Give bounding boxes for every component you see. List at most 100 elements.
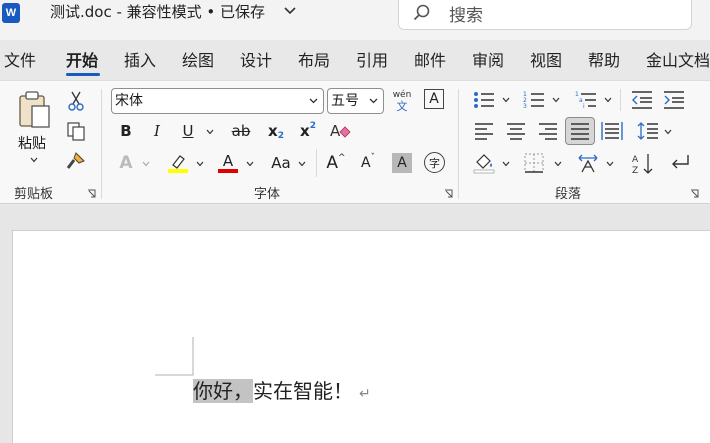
paste-button[interactable] <box>14 89 56 131</box>
font-name-combobox[interactable]: 宋体 <box>111 88 324 114</box>
shading-button[interactable] <box>472 151 496 175</box>
show-paragraph-marks-button[interactable] <box>668 151 692 175</box>
font-group-label: 字体 <box>254 187 281 202</box>
sort-az-icon: AZ <box>632 154 653 176</box>
clipboard-icon <box>19 91 50 128</box>
tab-review[interactable]: 审阅 <box>472 50 504 72</box>
selected-text[interactable]: 你好， <box>193 379 253 403</box>
phonetic-char-text: 文 <box>396 100 408 113</box>
group-separator <box>620 89 621 111</box>
paste-label[interactable]: 粘贴 <box>18 133 46 153</box>
search-input[interactable]: 搜索 <box>398 0 692 30</box>
tab-draw[interactable]: 绘图 <box>182 50 214 72</box>
cut-button[interactable] <box>64 89 88 113</box>
ribbon: 粘贴 剪贴板 宋体 五号 wén 文 A B I U ab x2 x2 A A <box>0 80 710 204</box>
tab-kingsoft-docs[interactable]: 金山文档 <box>646 50 710 72</box>
search-icon <box>413 4 430 21</box>
shrink-font-button[interactable]: Aˇ <box>356 151 380 175</box>
tab-help[interactable]: 帮助 <box>588 50 620 72</box>
multilevel-list-chevron-icon[interactable] <box>604 97 612 103</box>
align-right-button[interactable] <box>536 119 560 143</box>
tab-view[interactable]: 视图 <box>530 50 562 72</box>
superscript-base: x <box>300 122 310 140</box>
highlight-color-chevron-icon[interactable] <box>196 161 204 167</box>
line-spacing-button[interactable] <box>636 119 660 143</box>
tab-mailings[interactable]: 邮件 <box>414 50 446 72</box>
font-size-value: 五号 <box>331 93 359 109</box>
bullets-button[interactable] <box>472 89 496 111</box>
borders-chevron-icon[interactable] <box>554 161 562 167</box>
chevron-down-icon[interactable] <box>309 98 318 104</box>
clipboard-dialog-launcher-icon[interactable] <box>87 189 96 198</box>
align-left-icon <box>475 123 493 140</box>
multilevel-list-icon: 1ai <box>575 91 596 110</box>
svg-text:A: A <box>632 155 639 165</box>
margin-corner-marker <box>155 337 194 376</box>
paragraph-text[interactable]: 实在智能！ <box>253 379 353 403</box>
grow-font-button[interactable]: A ^ <box>324 151 348 175</box>
text-direction-chevron-icon[interactable] <box>606 161 614 167</box>
bold-button[interactable]: B <box>114 119 138 143</box>
paragraph-dialog-launcher-icon[interactable] <box>690 189 699 198</box>
font-color-letter: A <box>222 152 234 170</box>
character-border-button[interactable]: A <box>424 89 444 109</box>
tab-home[interactable]: 开始 <box>66 50 98 72</box>
strikethrough-button[interactable]: ab <box>228 119 254 143</box>
scissors-icon <box>68 91 84 111</box>
subscript-button[interactable]: x2 <box>264 119 288 143</box>
align-left-button[interactable] <box>472 119 496 143</box>
borders-button[interactable] <box>522 151 546 175</box>
sort-button[interactable]: AZ <box>630 151 656 177</box>
tab-file[interactable]: 文件 <box>4 50 36 72</box>
tab-insert[interactable]: 插入 <box>124 50 156 72</box>
tab-layout[interactable]: 布局 <box>298 50 330 72</box>
superscript-button[interactable]: x2 <box>296 119 320 143</box>
highlight-color-button[interactable] <box>166 151 190 175</box>
shading-chevron-icon[interactable] <box>502 161 510 167</box>
underline-button[interactable]: U <box>176 119 200 143</box>
numbering-button[interactable]: 123 <box>522 89 546 111</box>
justify-button[interactable] <box>565 117 595 145</box>
italic-button[interactable]: I <box>145 119 169 143</box>
text-direction-button[interactable] <box>576 151 600 175</box>
paint-bucket-icon <box>473 154 495 174</box>
format-painter-button[interactable] <box>64 149 88 173</box>
increase-indent-button[interactable] <box>662 89 686 111</box>
phonetic-guide-button[interactable]: wén 文 <box>390 87 414 115</box>
clipboard-group-label: 剪贴板 <box>14 187 54 202</box>
bullets-chevron-icon[interactable] <box>502 97 510 103</box>
text-effects-button[interactable]: A <box>114 151 138 175</box>
align-center-button[interactable] <box>504 119 528 143</box>
font-dialog-launcher-icon[interactable] <box>444 189 453 198</box>
text-effects-chevron-icon[interactable] <box>142 161 150 167</box>
copy-button[interactable] <box>64 119 88 143</box>
paste-dropdown-chevron-icon[interactable] <box>30 157 38 163</box>
change-case-chevron-icon[interactable] <box>298 161 306 167</box>
font-color-button[interactable]: A <box>216 151 240 175</box>
numbering-chevron-icon[interactable] <box>552 97 560 103</box>
word-app-icon[interactable]: W <box>2 3 20 23</box>
group-separator <box>458 89 459 199</box>
svg-text:Z: Z <box>632 166 638 176</box>
chevron-down-icon[interactable] <box>369 98 378 104</box>
decrease-indent-button[interactable] <box>630 89 654 111</box>
tab-references[interactable]: 引用 <box>356 50 388 72</box>
distributed-button[interactable] <box>600 119 624 143</box>
change-case-button[interactable]: Aa <box>268 151 294 175</box>
multilevel-list-button[interactable]: 1ai <box>574 89 598 111</box>
line-spacing-chevron-icon[interactable] <box>664 129 672 135</box>
chevron-down-icon[interactable] <box>284 4 296 18</box>
font-size-combobox[interactable]: 五号 <box>327 88 384 114</box>
subscript-base: x <box>268 122 278 140</box>
clear-formatting-button[interactable]: A <box>328 119 352 143</box>
svg-text:A: A <box>330 122 341 140</box>
tab-design[interactable]: 设计 <box>240 50 272 72</box>
enclose-characters-button[interactable]: 字 <box>424 152 445 173</box>
character-shading-button[interactable]: A <box>392 153 412 173</box>
document-title[interactable]: 测试.doc - 兼容性模式 • 已保存 <box>50 2 265 22</box>
font-color-chevron-icon[interactable] <box>246 161 254 167</box>
underline-dropdown-chevron-icon[interactable] <box>206 129 214 135</box>
document-page[interactable]: 你好，实在智能！ ↵ <box>12 230 710 443</box>
document-paragraph[interactable]: 你好，实在智能！ ↵ <box>193 376 371 409</box>
caret-up-icon: ^ <box>338 153 346 163</box>
